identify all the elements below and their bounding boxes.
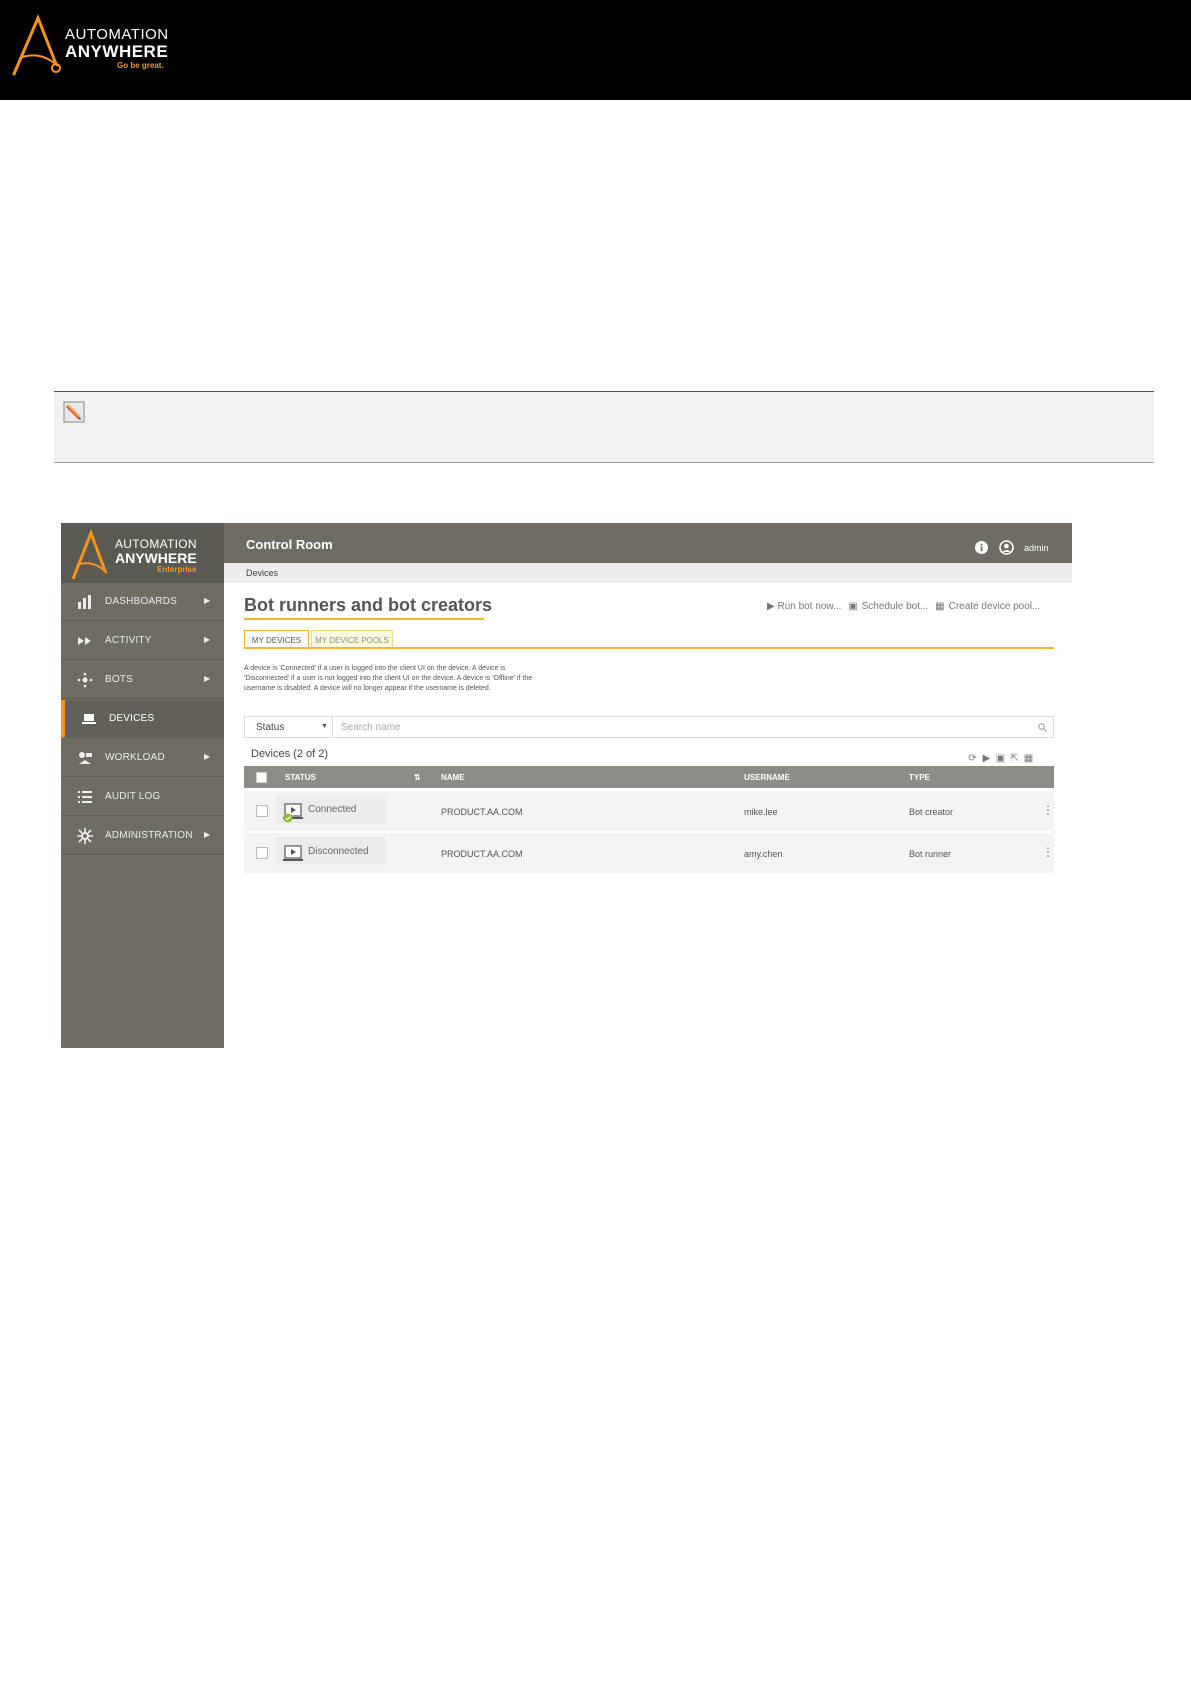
control-room-screenshot: AUTOMATION ANYWHERE Enterprise DASHBOARD… bbox=[61, 523, 1072, 1048]
activity-icon bbox=[78, 637, 91, 645]
sidebar-item-audit-log[interactable]: AUDIT LOG bbox=[61, 778, 224, 816]
export-icon[interactable]: ⇱ bbox=[1008, 753, 1021, 764]
select-all-checkbox[interactable] bbox=[256, 772, 267, 783]
device-name: PRODUCT.AA.COM bbox=[441, 807, 523, 817]
column-status[interactable]: STATUS bbox=[285, 773, 316, 782]
sidebar-item-label: DASHBOARDS bbox=[105, 596, 178, 607]
chevron-right-icon: ▶ bbox=[204, 596, 211, 605]
tab-my-devices[interactable]: MY DEVICES bbox=[244, 630, 309, 647]
table-row[interactable]: Connected PRODUCT.AA.COM mike.lee Bot cr… bbox=[244, 791, 1054, 831]
sidebar: AUTOMATION ANYWHERE Enterprise DASHBOARD… bbox=[61, 523, 224, 1048]
sidebar-item-label: ACTIVITY bbox=[105, 635, 152, 646]
automation-anywhere-logo: AUTOMATION ANYWHERE Go be great. bbox=[10, 14, 190, 76]
dashboard-icon bbox=[78, 595, 91, 609]
run-icon[interactable]: ▶ bbox=[980, 753, 993, 764]
document-header: AUTOMATION ANYWHERE Go be great. bbox=[0, 0, 1191, 100]
sidebar-item-label: AUDIT LOG bbox=[105, 791, 161, 802]
create-device-pool-button[interactable]: Create device pool... bbox=[949, 601, 1041, 612]
app-title: Control Room bbox=[246, 537, 333, 552]
workload-icon bbox=[79, 752, 92, 764]
sidebar-item-label: BOTS bbox=[105, 674, 134, 685]
more-options-icon[interactable]: ⋮ bbox=[1042, 803, 1054, 817]
table-row[interactable]: Disconnected PRODUCT.AA.COM amy.chen Bot… bbox=[244, 833, 1054, 873]
user-name[interactable]: admin bbox=[1024, 543, 1049, 553]
device-type: Bot creator bbox=[909, 807, 954, 817]
page-title: Bot runners and bot creators bbox=[244, 595, 493, 615]
device-username: amy.chen bbox=[744, 849, 783, 859]
sidebar-logo-line-1: AUTOMATION bbox=[115, 537, 197, 551]
info-icon[interactable] bbox=[975, 541, 988, 554]
logo-line-2: ANYWHERE bbox=[65, 42, 169, 61]
sidebar-logo-edition: Enterprise bbox=[157, 565, 197, 574]
device-disconnected-icon bbox=[283, 845, 303, 861]
breadcrumb-devices[interactable]: Devices bbox=[246, 568, 278, 578]
column-name[interactable]: NAME bbox=[441, 773, 465, 782]
sidebar-item-label: DEVICES bbox=[109, 713, 155, 724]
column-type[interactable]: TYPE bbox=[909, 773, 930, 782]
tab-my-device-pools[interactable]: MY DEVICE POOLS bbox=[311, 630, 393, 647]
row-checkbox[interactable] bbox=[256, 847, 268, 859]
more-options-icon[interactable]: ⋮ bbox=[1042, 845, 1054, 859]
device-name: PRODUCT.AA.COM bbox=[441, 849, 523, 859]
status-text: Disconnected bbox=[308, 846, 369, 857]
description-line: username is disabled. A device will no l… bbox=[244, 685, 491, 692]
calendar-icon[interactable]: ▣ bbox=[994, 753, 1007, 764]
bots-icon bbox=[77, 672, 93, 688]
description-line: A device is 'Connected' if a user is log… bbox=[244, 665, 506, 672]
sidebar-item-label: WORKLOAD bbox=[105, 752, 165, 763]
columns-icon[interactable]: ▦ bbox=[1022, 753, 1035, 764]
status-text: Connected bbox=[308, 804, 357, 815]
logo-line-1: AUTOMATION bbox=[65, 26, 169, 43]
sidebar-item-workload[interactable]: WORKLOAD ▶ bbox=[61, 739, 224, 777]
sidebar-logo: AUTOMATION ANYWHERE Enterprise bbox=[61, 523, 224, 583]
devices-count: Devices (2 of 2) bbox=[251, 748, 329, 760]
gear-icon bbox=[77, 828, 93, 844]
device-username: mike.lee bbox=[744, 807, 778, 817]
search-input[interactable]: Search name bbox=[341, 722, 400, 733]
tab-bar: MY DEVICES MY DEVICE POOLS bbox=[244, 630, 1054, 649]
refresh-icon[interactable]: ⟳ bbox=[966, 753, 979, 764]
search-icon[interactable] bbox=[1038, 723, 1047, 732]
note-box bbox=[54, 391, 1154, 463]
description-line: 'Disconnected' if a user is not logged i… bbox=[244, 675, 533, 682]
devices-description: A device is 'Connected' if a user is log… bbox=[244, 664, 604, 694]
title-underline bbox=[244, 618, 484, 620]
table-toolbar: ⟳ ▶ ▣ ⇱ ▦ bbox=[966, 748, 1036, 766]
chevron-right-icon: ▶ bbox=[204, 674, 211, 683]
sidebar-item-administration[interactable]: ADMINISTRATION ▶ bbox=[61, 817, 224, 855]
chevron-right-icon: ▶ bbox=[204, 830, 211, 839]
sidebar-item-bots[interactable]: BOTS ▶ bbox=[61, 661, 224, 699]
sidebar-logo-line-2: ANYWHERE bbox=[115, 550, 197, 566]
list-icon bbox=[78, 791, 92, 803]
filter-bar: Status ▼ Search name bbox=[244, 716, 1054, 738]
sidebar-item-dashboards[interactable]: DASHBOARDS ▶ bbox=[61, 583, 224, 621]
sidebar-item-activity[interactable]: ACTIVITY ▶ bbox=[61, 622, 224, 660]
device-type: Bot runner bbox=[909, 849, 952, 859]
status-cell: Disconnected bbox=[276, 837, 386, 865]
sidebar-item-label: ADMINISTRATION bbox=[105, 830, 193, 841]
run-bot-button[interactable]: ▶ Run bot now... bbox=[767, 601, 841, 612]
chevron-right-icon: ▶ bbox=[204, 752, 211, 761]
grid-icon: ▦ bbox=[935, 601, 945, 612]
laptop-icon bbox=[82, 714, 96, 724]
row-checkbox[interactable] bbox=[256, 805, 268, 817]
device-connected-icon bbox=[283, 803, 303, 823]
status-filter-select[interactable]: Status bbox=[245, 717, 333, 737]
breadcrumb: Devices bbox=[224, 563, 1072, 583]
pencil-note-icon bbox=[63, 401, 85, 423]
table-header: STATUS ⇅ NAME USERNAME TYPE bbox=[244, 766, 1054, 788]
chevron-down-icon: ▼ bbox=[321, 723, 328, 730]
top-bar: Control Room admin bbox=[224, 523, 1072, 563]
column-username[interactable]: USERNAME bbox=[744, 773, 790, 782]
user-avatar-icon[interactable] bbox=[999, 540, 1014, 555]
schedule-bot-button[interactable]: Schedule bot... bbox=[862, 601, 929, 612]
calendar-icon: ▣ bbox=[848, 601, 858, 612]
chevron-right-icon: ▶ bbox=[204, 635, 211, 644]
sort-icon[interactable]: ⇅ bbox=[414, 773, 421, 782]
logo-tagline: Go be great. bbox=[117, 61, 164, 70]
status-cell: Connected bbox=[276, 795, 386, 823]
sidebar-item-devices[interactable]: DEVICES bbox=[61, 700, 224, 738]
page-actions: ▶ Run bot now... ▣ Schedule bot... ▦ Creat… bbox=[767, 601, 1044, 612]
